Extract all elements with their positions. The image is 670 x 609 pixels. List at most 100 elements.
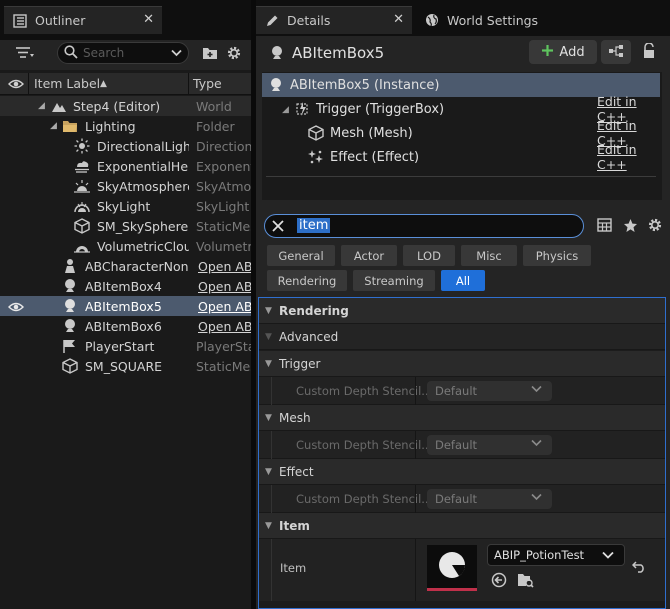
close-icon[interactable]: ✕ xyxy=(143,12,154,27)
player-start-icon xyxy=(62,338,78,354)
close-icon[interactable]: ✕ xyxy=(393,12,404,27)
row-label: ABCharacterNonPlayer xyxy=(85,259,189,274)
section-trigger[interactable]: ▼ Trigger xyxy=(259,351,665,377)
tree-row-world[interactable]: ◢ Step4 (Editor) World xyxy=(0,96,251,116)
tree-row-sky-light[interactable]: SkyLight SkyLight xyxy=(0,196,251,216)
table-view-icon[interactable] xyxy=(596,217,612,233)
category-all[interactable]: All xyxy=(441,270,485,291)
collapse-arrow-icon[interactable]: ▼ xyxy=(265,359,272,369)
chevron-down-icon[interactable] xyxy=(171,47,182,61)
row-type: World xyxy=(196,99,232,114)
collapse-arrow-icon[interactable]: ▼ xyxy=(265,332,272,342)
search-input[interactable] xyxy=(83,46,165,60)
row-type: SkyLight xyxy=(196,199,250,214)
tree-row-folder-lighting[interactable]: ◢ Lighting Folder xyxy=(0,116,251,136)
gear-icon[interactable] xyxy=(647,217,663,233)
folder-icon xyxy=(62,118,78,134)
category-general[interactable]: General xyxy=(267,245,335,266)
details-search-field[interactable]: item xyxy=(264,214,584,238)
asset-thumbnail[interactable] xyxy=(427,545,477,591)
col-item-label[interactable]: Item Label xyxy=(34,76,100,91)
visibility-eye-icon[interactable] xyxy=(8,76,24,92)
tree-row-sky-sphere[interactable]: SM_SkySphere StaticMesh xyxy=(0,216,251,236)
add-label: Add xyxy=(559,44,585,60)
tree-row-sm-square[interactable]: SM_SQUARE StaticMesh xyxy=(0,356,251,376)
reset-to-default-icon[interactable] xyxy=(631,559,647,575)
custom-depth-combo[interactable]: Default xyxy=(427,435,552,455)
actor-pawn-icon xyxy=(62,318,78,334)
search-text[interactable]: item xyxy=(297,218,331,233)
expand-arrow-icon[interactable]: ◢ xyxy=(50,121,60,131)
expand-arrow-icon[interactable]: ◢ xyxy=(282,105,289,115)
clear-search-icon[interactable] xyxy=(271,219,285,236)
open-blueprint-link[interactable]: Open ABI xyxy=(198,299,253,314)
volumetric-cloud-icon xyxy=(74,238,90,254)
category-lod[interactable]: LOD xyxy=(403,245,455,266)
asset-picker-combo[interactable]: ABIP_PotionTest xyxy=(487,544,625,566)
custom-depth-combo[interactable]: Default xyxy=(427,381,552,401)
category-streaming[interactable]: Streaming xyxy=(353,270,435,291)
outliner-search[interactable] xyxy=(57,42,189,64)
section-rendering[interactable]: ▼ Rendering xyxy=(259,298,665,324)
add-folder-icon[interactable] xyxy=(201,44,219,62)
filter-icon[interactable] xyxy=(14,45,36,61)
indent-guide xyxy=(271,431,272,459)
section-effect[interactable]: ▼ Effect xyxy=(259,459,665,485)
outliner-column-header: Item Label ▲ Type xyxy=(0,73,251,95)
tree-row-directional-light[interactable]: DirectionalLight Directional xyxy=(0,136,251,156)
tree-row-itembox4[interactable]: ABItemBox4 Open ABI xyxy=(0,276,253,296)
property-label: Custom Depth Stencil... xyxy=(296,384,433,398)
section-advanced[interactable]: ▼ Advanced xyxy=(259,324,665,350)
open-blueprint-link[interactable]: Open ABI xyxy=(198,279,253,294)
component-row-effect[interactable]: Effect (Effect) Edit in C++ xyxy=(262,142,660,172)
add-component-button[interactable]: Add xyxy=(529,40,597,64)
tree-row-height-fog[interactable]: ExponentialHeightFog Exponenti xyxy=(0,156,251,176)
edit-in-cpp-link[interactable]: Edit in C++ xyxy=(597,142,660,172)
tab-world-settings[interactable]: World Settings xyxy=(416,6,566,34)
tree-row-itembox5-selected[interactable]: ABItemBox5 Open ABI xyxy=(0,296,253,316)
collapse-arrow-icon[interactable]: ▼ xyxy=(265,306,272,316)
star-icon[interactable] xyxy=(622,217,638,233)
fog-icon xyxy=(74,158,90,174)
collapse-arrow-icon[interactable]: ▼ xyxy=(265,467,272,477)
row-label: VolumetricCloud xyxy=(97,239,189,254)
asset-name: ABIP_PotionTest xyxy=(494,548,585,562)
tree-row-player-start[interactable]: PlayerStart PlayerStart xyxy=(0,336,251,356)
category-misc[interactable]: Misc xyxy=(461,245,517,266)
row-type: Volumetric xyxy=(196,239,251,254)
collapse-arrow-icon[interactable]: ▼ xyxy=(265,413,272,423)
tree-row-character-nonplayer[interactable]: ABCharacterNonPlayer Open ABC xyxy=(0,256,253,276)
open-blueprint-link[interactable]: Open ABC xyxy=(198,259,253,274)
tree-row-volumetric-cloud[interactable]: VolumetricCloud Volumetric xyxy=(0,236,251,256)
col-type[interactable]: Type xyxy=(193,76,222,91)
collapse-arrow-icon[interactable]: ▼ xyxy=(265,521,272,531)
tab-outliner[interactable]: Outliner ✕ xyxy=(4,6,162,34)
visibility-eye-icon[interactable] xyxy=(8,299,24,315)
blueprint-hierarchy-button[interactable] xyxy=(601,40,631,64)
browse-folder-icon[interactable] xyxy=(516,571,534,589)
expand-arrow-icon[interactable]: ◢ xyxy=(38,101,48,111)
tree-row-sky-atmosphere[interactable]: SkyAtmosphere SkyAtmos xyxy=(0,176,251,196)
column-divider[interactable] xyxy=(188,73,189,95)
row-type: StaticMesh xyxy=(196,359,251,374)
outliner-panel: Outliner ✕ Item Label ▲ Type ◢ xyxy=(0,0,253,609)
sky-atmosphere-icon xyxy=(74,178,90,194)
category-actor[interactable]: Actor xyxy=(341,245,397,266)
open-blueprint-link[interactable]: Open ABI xyxy=(198,319,253,334)
sort-ascending-icon[interactable]: ▲ xyxy=(100,79,107,89)
chevron-down-icon xyxy=(531,437,542,451)
use-selected-asset-icon[interactable] xyxy=(490,571,508,589)
tab-details[interactable]: Details ✕ xyxy=(256,6,412,34)
section-label: Trigger xyxy=(279,356,321,371)
actor-name[interactable]: ABItemBox5 xyxy=(292,44,384,62)
tree-row-itembox6[interactable]: ABItemBox6 Open ABI xyxy=(0,316,253,336)
category-physics[interactable]: Physics xyxy=(523,245,591,266)
gear-icon[interactable] xyxy=(225,44,243,62)
section-mesh[interactable]: ▼ Mesh xyxy=(259,405,665,431)
lock-icon[interactable] xyxy=(641,42,657,60)
world-icon xyxy=(51,98,67,114)
category-rendering[interactable]: Rendering xyxy=(267,270,347,291)
custom-depth-combo[interactable]: Default xyxy=(427,489,552,509)
section-item[interactable]: ▼ Item xyxy=(259,513,665,539)
section-label: Effect xyxy=(279,464,314,479)
